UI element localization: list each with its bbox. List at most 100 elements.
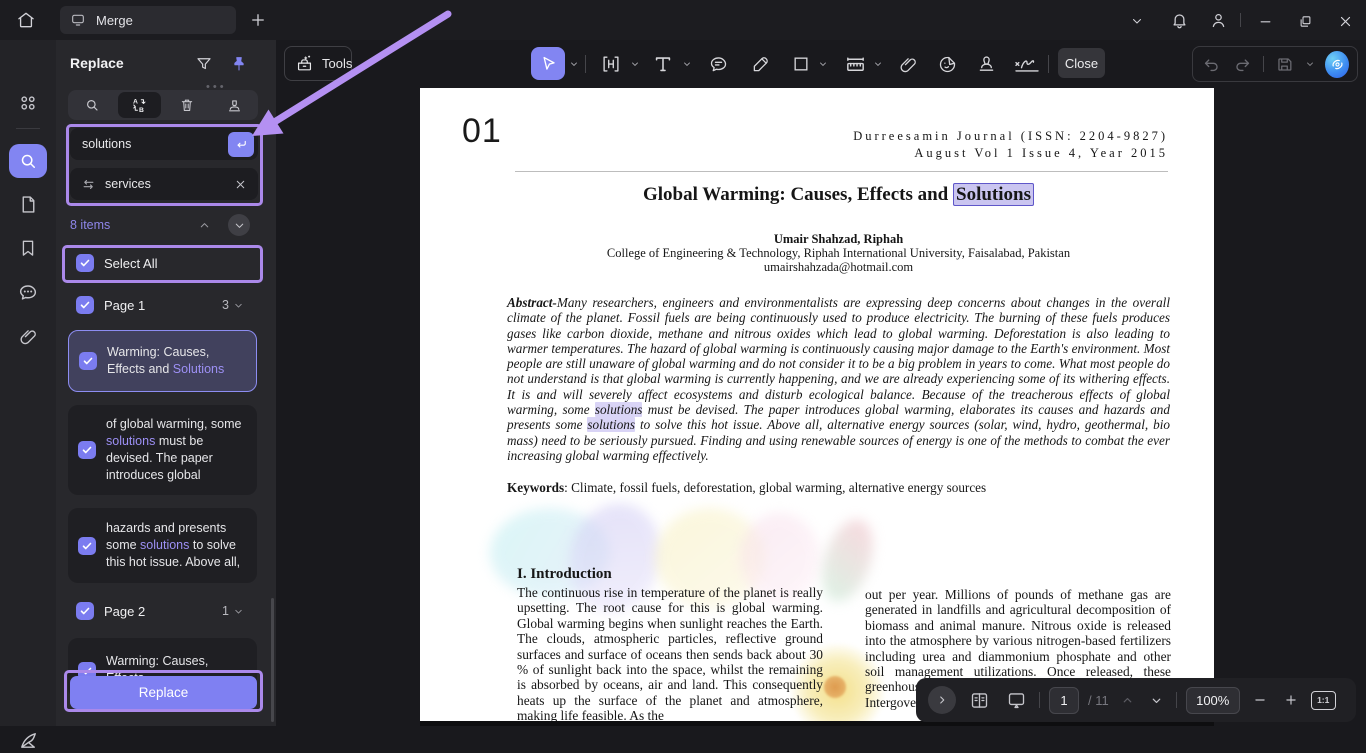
select-tool-button[interactable]: [531, 47, 565, 80]
undo-button[interactable]: [1201, 52, 1222, 76]
replace-button[interactable]: Replace: [70, 676, 257, 709]
collapse-bar-button[interactable]: [928, 686, 956, 714]
previous-page-button[interactable]: [1118, 690, 1138, 710]
minimize-button[interactable]: [1252, 8, 1278, 34]
search-mode-tabs: AB: [68, 90, 258, 120]
square-shape-icon: [791, 54, 811, 74]
text-tool-button[interactable]: [648, 49, 678, 79]
stamp-tool-button[interactable]: [971, 49, 1001, 79]
select-tool-chevron[interactable]: [569, 59, 579, 69]
titlebar-expand-button[interactable]: [1124, 8, 1150, 34]
result1-checkbox[interactable]: [79, 352, 97, 370]
collapse-all-button[interactable]: [194, 215, 214, 235]
replace-field[interactable]: [70, 168, 258, 200]
page-corner-number: 01: [462, 112, 502, 151]
ai-assistant-button[interactable]: [1325, 51, 1349, 78]
page2-checkbox[interactable]: [76, 602, 94, 620]
result2-checkbox[interactable]: [78, 441, 96, 459]
sunflower-center: [824, 676, 846, 698]
author-block: Umair Shahzad, Riphah College of Enginee…: [507, 232, 1170, 274]
sidebar-item-bookmarks[interactable]: [15, 235, 41, 261]
redo-button[interactable]: [1232, 52, 1253, 76]
account-button[interactable]: [1205, 7, 1231, 33]
close-icon: [1338, 14, 1353, 29]
measure-tool-chevron[interactable]: [873, 59, 883, 69]
page-number-input[interactable]: 1: [1049, 687, 1079, 714]
notifications-button[interactable]: [1166, 7, 1192, 33]
pin-button[interactable]: [227, 52, 251, 76]
shape-tool-chevron[interactable]: [818, 59, 828, 69]
search-input[interactable]: [70, 137, 180, 151]
presentation-mode-button[interactable]: [1002, 686, 1030, 714]
cursor-icon: [539, 54, 558, 73]
bookmark-icon: [18, 238, 38, 258]
search-icon: [18, 151, 38, 171]
actual-size-button[interactable]: 1:1: [1311, 691, 1336, 710]
pdf-page: 01 Durreesamin Journal (ISSN: 2204-9827)…: [420, 88, 1214, 726]
page-layout-button[interactable]: [965, 686, 993, 714]
text-tool-chevron[interactable]: [682, 59, 692, 69]
merge-tab-icon: [70, 12, 86, 28]
select-all-checkbox[interactable]: [76, 254, 94, 272]
clear-replace-button[interactable]: [230, 174, 250, 194]
select-all-row[interactable]: Select All: [76, 254, 157, 272]
heading-tool-button[interactable]: [596, 49, 626, 79]
zoom-out-button[interactable]: [1249, 689, 1271, 711]
filter-button[interactable]: [192, 52, 216, 76]
highlighter-tool-button[interactable]: [745, 49, 775, 79]
search-result-item[interactable]: of global warming, some solutions must b…: [68, 405, 257, 495]
replace-input[interactable]: [105, 177, 215, 191]
page2-count: 1: [222, 604, 229, 618]
heading-tool-chevron[interactable]: [630, 59, 640, 69]
expand-all-button[interactable]: [228, 214, 250, 236]
viewer-status-bar: 1 / 11 100% 1:1: [916, 678, 1356, 722]
close-window-button[interactable]: [1332, 8, 1358, 34]
pin-icon: [230, 55, 248, 73]
next-page-button[interactable]: [1147, 690, 1167, 710]
zoom-level-control[interactable]: 100%: [1186, 687, 1240, 714]
new-tab-button[interactable]: [244, 6, 272, 34]
rail-divider: [16, 128, 40, 129]
updf-logo-icon[interactable]: [14, 727, 42, 753]
sidebar-item-attachments[interactable]: [15, 323, 41, 349]
apps-grid-button[interactable]: [15, 90, 41, 116]
panel-scrollbar[interactable]: [271, 598, 274, 722]
search-submit-button[interactable]: [228, 132, 254, 157]
tools-button[interactable]: Tools: [284, 46, 352, 81]
attach-tool-button[interactable]: [893, 49, 923, 79]
result3-checkbox[interactable]: [78, 537, 96, 555]
page1-checkbox[interactable]: [76, 296, 94, 314]
heading-icon: [600, 53, 622, 75]
minimize-icon: [1258, 14, 1273, 29]
mode-redact-button[interactable]: [213, 92, 257, 118]
page1-group-row[interactable]: Page 1 3: [76, 296, 258, 314]
sidebar-item-comments[interactable]: [14, 279, 42, 305]
items-count: 8 items: [70, 218, 110, 232]
comment-tool-button[interactable]: [703, 49, 733, 79]
sidebar-item-search[interactable]: [9, 144, 47, 178]
page2-group-row[interactable]: Page 2 1: [76, 602, 258, 620]
journal-line2: August Vol 1 Issue 4, Year 2015: [853, 145, 1168, 162]
home-button[interactable]: [12, 6, 40, 34]
sidebar-item-pages[interactable]: [15, 191, 41, 217]
shape-tool-button[interactable]: [786, 49, 816, 79]
mode-search-button[interactable]: [70, 92, 114, 118]
paperclip-icon: [898, 54, 919, 75]
search-result-item[interactable]: hazards and presents some solutions to s…: [68, 508, 257, 583]
page2-count-toggle[interactable]: 1: [222, 604, 244, 618]
signature-tool-button[interactable]: [1009, 49, 1045, 79]
save-options-chevron[interactable]: [1305, 59, 1315, 69]
document-tab[interactable]: Merge: [60, 6, 236, 34]
restore-button[interactable]: [1292, 8, 1318, 34]
toolbox-icon: [295, 54, 314, 73]
search-result-item[interactable]: Warming: Causes, Effects and Solutions: [68, 330, 257, 392]
page1-count-toggle[interactable]: 3: [222, 298, 244, 312]
close-search-button[interactable]: Close: [1058, 48, 1105, 78]
zoom-in-button[interactable]: [1280, 689, 1302, 711]
sticker-tool-button[interactable]: [932, 49, 962, 79]
mode-delete-button[interactable]: [165, 92, 209, 118]
save-button[interactable]: [1274, 52, 1295, 76]
search-field[interactable]: [70, 128, 258, 160]
measure-tool-button[interactable]: [840, 49, 870, 79]
mode-replace-button[interactable]: AB: [118, 92, 162, 118]
